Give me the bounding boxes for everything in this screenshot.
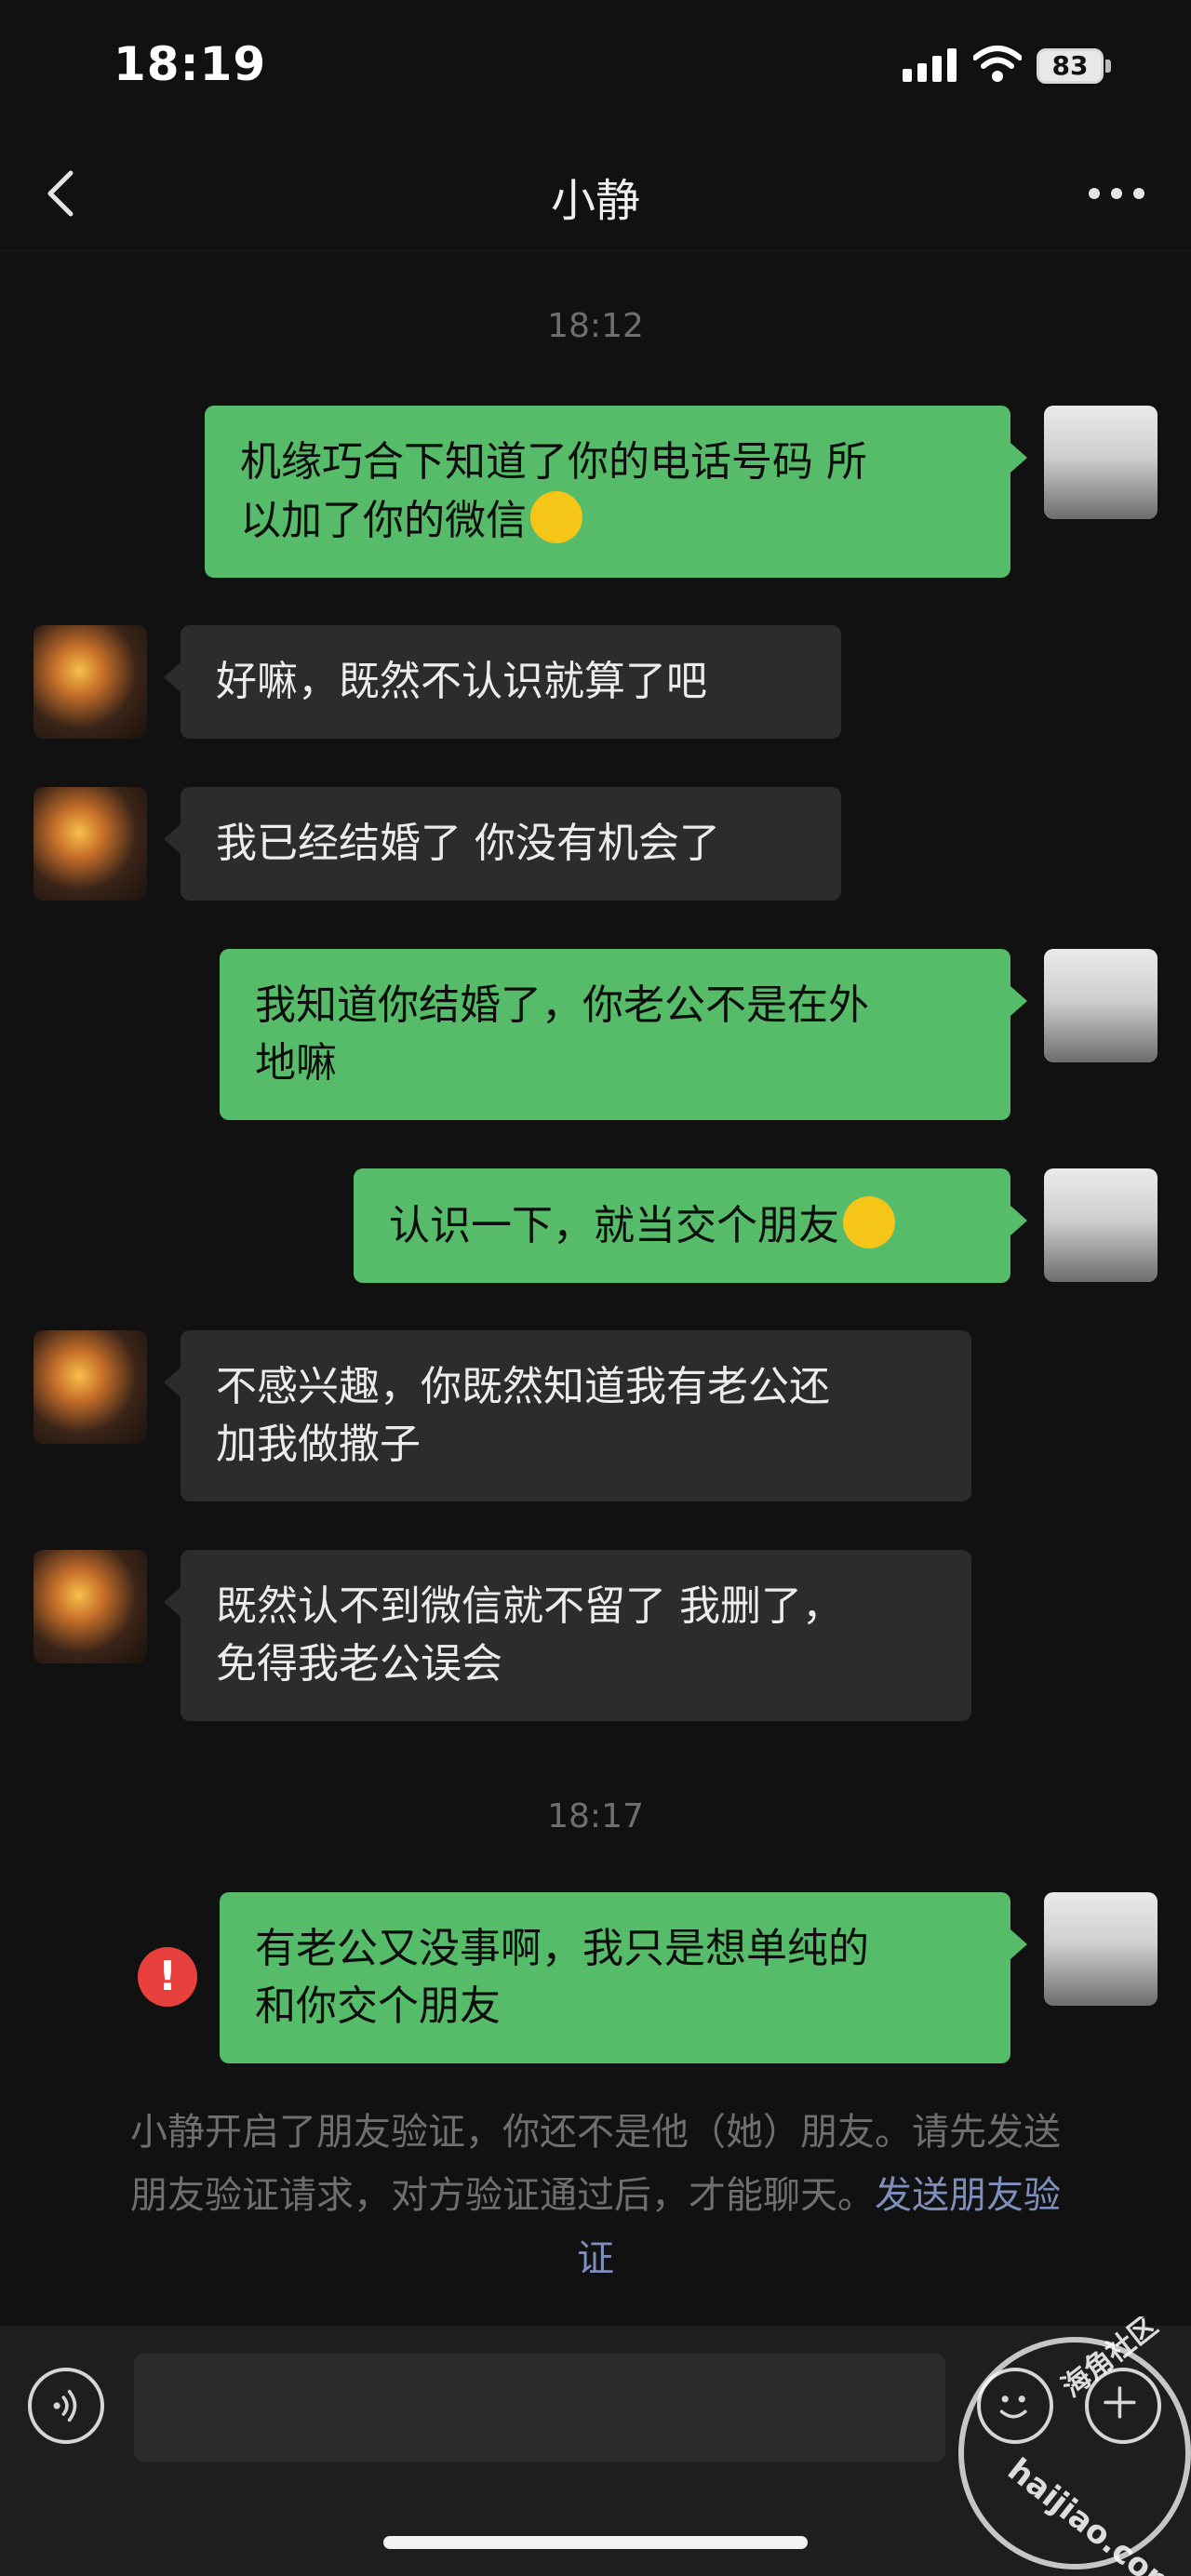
message-text: 既然认不到微信就不留了 我删了， [216,1582,843,1630]
battery-tip [1105,60,1111,73]
nav-bar: 小静 [0,140,1191,251]
avatar[interactable] [33,625,147,739]
grin-emoji-icon [530,491,582,543]
timestamp: 18:17 [547,1797,644,1835]
message-input[interactable] [134,2354,945,2462]
message-text: 我已经结婚了 你没有机会了 [216,820,720,867]
avatar[interactable] [33,787,147,901]
message-text: 不感兴趣，你既然知道我有老公还 [216,1363,830,1410]
message-text: 加我做撒子 [216,1421,421,1468]
timestamp: 18:12 [547,307,644,345]
avatar[interactable] [33,1330,147,1444]
salute-emoji-icon [843,1196,895,1248]
notice-text: 小静开启了朋友验证，你还不是他（她）朋友。请先发送 [130,2111,1061,2154]
bubble-tail [1010,1206,1027,1235]
avatar[interactable] [1044,1892,1158,2006]
message-text: 有老公又没事啊，我只是想单纯的 [255,1925,869,1972]
wifi-icon [973,46,1022,82]
message-text: 好嘛，既然不认识就算了吧 [216,658,707,705]
message-bubble[interactable]: 机缘巧合下知道了你的电话号码 所 以加了你的微信 [205,406,1010,578]
bubble-tail [1010,443,1027,473]
message-bubble[interactable]: 既然认不到微信就不留了 我删了， 免得我老公误会 [181,1550,971,1721]
bubble-tail [1010,986,1027,1016]
avatar[interactable] [1044,406,1158,519]
message-bubble[interactable]: 有老公又没事啊，我只是想单纯的 和你交个朋友 [220,1892,1010,2063]
bubble-tail [1010,1929,1027,1959]
chat-title: 小静 [550,175,640,227]
home-indicator[interactable] [383,2536,808,2549]
bubble-tail [164,662,181,692]
message-bubble[interactable]: 好嘛，既然不认识就算了吧 [181,625,841,739]
message-text: 机缘巧合下知道了你的电话号码 所 [240,438,867,486]
bubble-tail [164,1587,181,1617]
message-text: 以加了你的微信 [240,497,527,544]
status-time: 18:19 [114,37,267,91]
send-verification-link[interactable]: 证 [577,2237,614,2280]
bubble-tail [164,1368,181,1397]
message-bubble[interactable]: 不感兴趣，你既然知道我有老公还 加我做撒子 [181,1330,971,1502]
avatar[interactable] [1044,949,1158,1062]
battery-level: 83 [1051,50,1089,81]
message-text: 地嘛 [255,1039,337,1087]
error-icon[interactable]: ! [138,1947,197,2007]
message-text: 和你交个朋友 [255,1982,501,2030]
avatar[interactable] [1044,1168,1158,1282]
voice-icon[interactable] [28,2368,104,2444]
watermark: 海角社区 haijiao.com [949,2316,1191,2576]
send-verification-link[interactable]: 发送朋友验 [875,2174,1061,2217]
avatar[interactable] [33,1550,147,1663]
message-text: 认识一下，就当交个朋友 [389,1202,839,1249]
more-dots-icon[interactable] [1079,166,1154,221]
message-bubble[interactable]: 认识一下，就当交个朋友 [354,1168,1010,1283]
message-bubble[interactable]: 我已经结婚了 你没有机会了 [181,787,841,901]
message-bubble[interactable]: 我知道你结婚了，你老公不是在外 地嘛 [220,949,1010,1120]
verification-notice: 小静开启了朋友验证，你还不是他（她）朋友。请先发送 朋友验证请求，对方验证通过后… [93,2101,1098,2290]
message-text: 我知道你结婚了，你老公不是在外 [255,981,869,1029]
signal-icon [903,48,957,82]
notice-text: 朋友验证请求，对方验证通过后，才能聊天。 [130,2174,875,2217]
message-text: 免得我老公误会 [216,1640,502,1688]
status-bar: 18:19 83 [0,0,1191,140]
battery-icon: 83 [1037,48,1104,84]
bubble-tail [164,824,181,854]
